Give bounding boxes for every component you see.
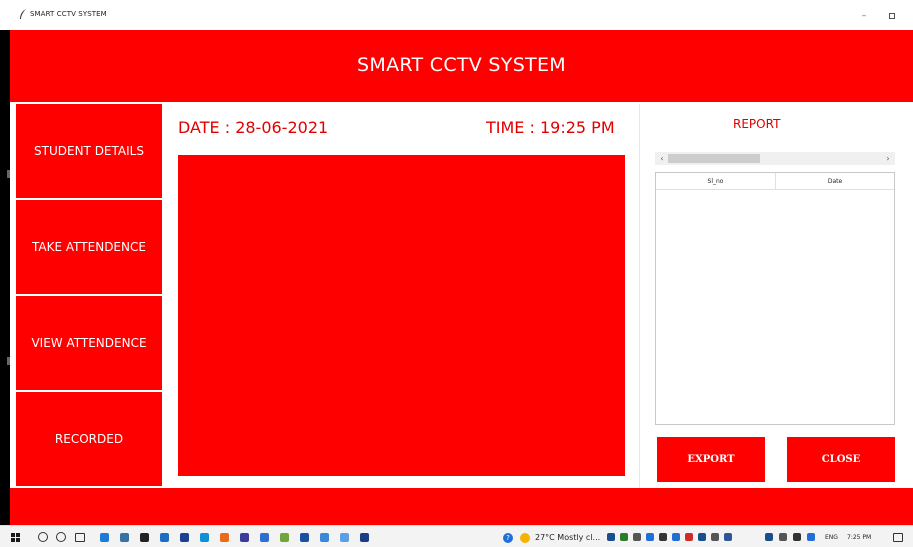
edge-marker (7, 357, 10, 365)
report-table[interactable]: Sl_no Date (655, 172, 895, 425)
weather-moon-icon[interactable] (520, 533, 530, 543)
app-icon-8[interactable] (320, 533, 329, 542)
window-left-edge (0, 30, 10, 525)
date-label: DATE : 28-06-2021 (178, 118, 329, 137)
student-details-button[interactable]: STUDENT DETAILS (16, 104, 162, 198)
windows-start-icon[interactable] (11, 533, 20, 542)
taskbar: ? 27°C Mostly cl... ENG 7:25 PM (0, 525, 913, 547)
feather-icon (20, 9, 26, 19)
vscode-icon[interactable] (160, 533, 169, 542)
app-icon-5[interactable] (260, 533, 269, 542)
tray-app-icon[interactable] (607, 533, 615, 541)
system-tray-icon[interactable] (765, 533, 773, 541)
cortana-icon[interactable] (56, 532, 66, 542)
minimize-button[interactable]: – (857, 10, 871, 22)
store-icon[interactable] (140, 533, 149, 542)
take-attendence-button[interactable]: TAKE ATTENDENCE (16, 200, 162, 294)
maximize-icon (889, 13, 895, 19)
recorded-button[interactable]: RECORDED (16, 392, 162, 486)
tray-app-icon[interactable] (620, 533, 628, 541)
system-tray-icon[interactable] (779, 533, 787, 541)
search-icon[interactable] (38, 532, 48, 542)
window-title: SMART CCTV SYSTEM (30, 10, 107, 18)
task-view-icon[interactable] (75, 533, 85, 542)
horizontal-scrollbar[interactable]: ‹ › (655, 152, 895, 165)
app-icon-4[interactable] (240, 533, 249, 542)
edge-marker (7, 170, 10, 178)
app-icon-6[interactable] (280, 533, 289, 542)
column-header-sl-no[interactable]: Sl_no (656, 173, 776, 190)
maximize-button[interactable] (885, 10, 899, 22)
app-header: SMART CCTV SYSTEM (10, 30, 913, 102)
report-title: REPORT (733, 117, 781, 131)
tray-app-icon[interactable] (711, 533, 719, 541)
tray-app-icon[interactable] (672, 533, 680, 541)
app-icon-7[interactable] (300, 533, 309, 542)
app-icon-10[interactable] (360, 533, 369, 542)
system-tray-icon[interactable] (793, 533, 801, 541)
language-indicator[interactable]: ENG (825, 534, 838, 541)
edge-icon[interactable] (100, 533, 109, 542)
tray-app-icon[interactable] (685, 533, 693, 541)
time-label: TIME : 19:25 PM (486, 118, 615, 137)
scroll-left-icon[interactable]: ‹ (657, 152, 667, 165)
scrollbar-thumb[interactable] (668, 154, 760, 163)
window-titlebar: SMART CCTV SYSTEM – (0, 0, 913, 30)
app-footer (10, 488, 913, 525)
view-attendence-button[interactable]: VIEW ATTENDENCE (16, 296, 162, 390)
tray-app-icon[interactable] (698, 533, 706, 541)
help-icon[interactable]: ? (503, 533, 513, 543)
weather-text[interactable]: 27°C Mostly cl... (535, 533, 600, 542)
python-icon[interactable] (120, 533, 129, 542)
app-icon-9[interactable] (340, 533, 349, 542)
tray-app-icon[interactable] (659, 533, 667, 541)
panel-divider (639, 104, 640, 488)
notification-icon[interactable] (893, 533, 903, 542)
tray-app-icon[interactable] (646, 533, 654, 541)
app-icon-1[interactable] (180, 533, 189, 542)
column-header-date[interactable]: Date (776, 173, 894, 190)
scroll-right-icon[interactable]: › (883, 152, 893, 165)
app-icon-3[interactable] (220, 533, 229, 542)
system-tray-icon[interactable] (807, 533, 815, 541)
camera-feed-area (178, 155, 625, 476)
app-title: SMART CCTV SYSTEM (357, 54, 566, 76)
app-icon-2[interactable] (200, 533, 209, 542)
close-button[interactable]: CLOSE (787, 437, 895, 482)
tray-app-icon[interactable] (633, 533, 641, 541)
tray-app-icon[interactable] (724, 533, 732, 541)
export-button[interactable]: EXPORT (657, 437, 765, 482)
clock[interactable]: 7:25 PM (847, 534, 871, 541)
